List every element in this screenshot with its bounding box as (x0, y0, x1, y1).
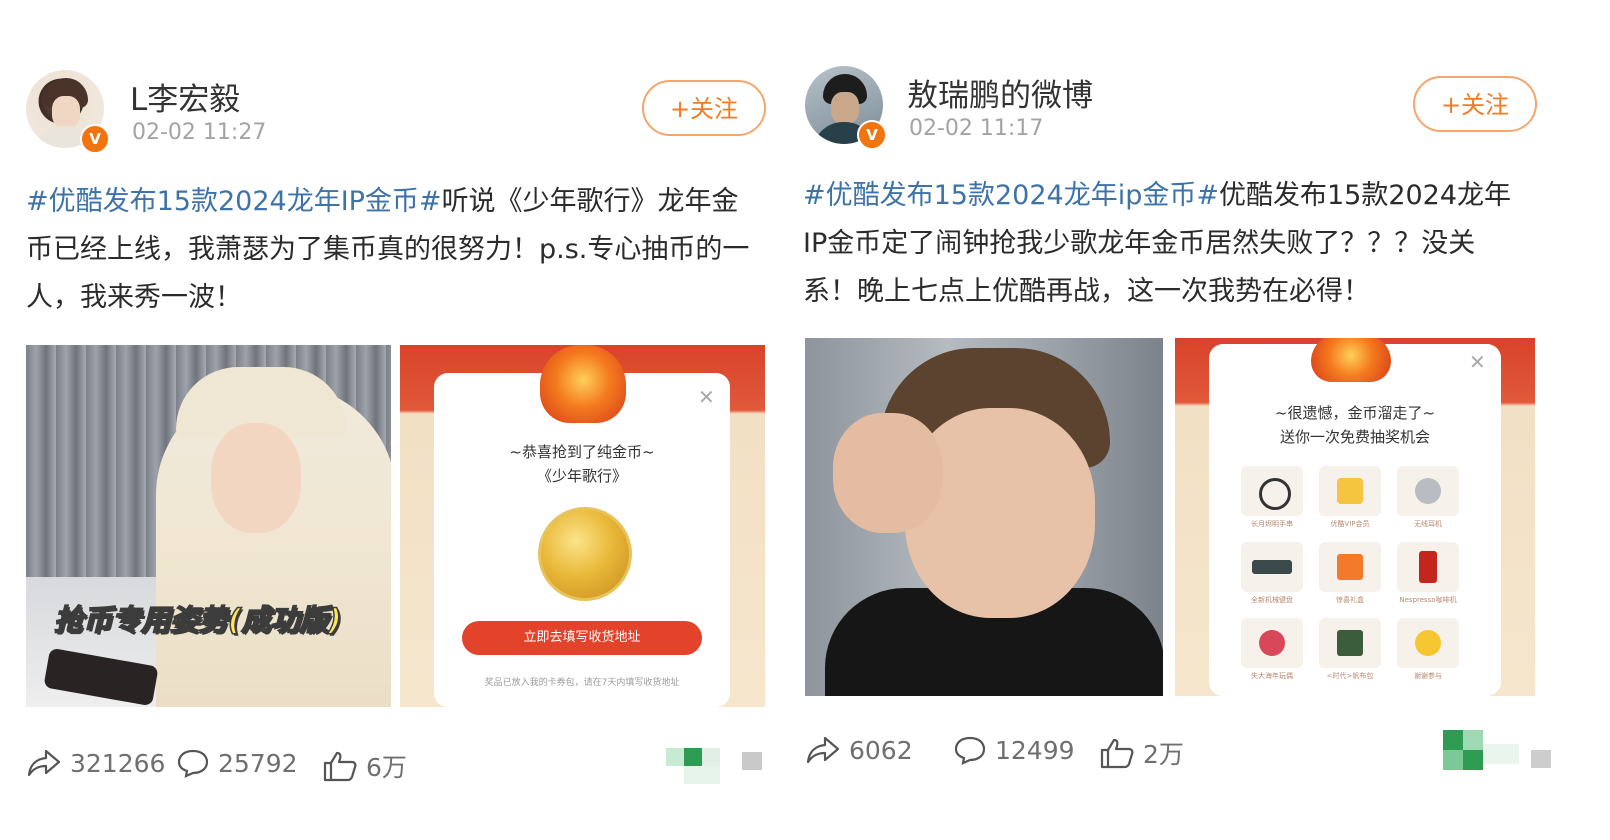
prize-item: 失大海年玩偶 (1239, 618, 1305, 686)
gift-box-icon (1337, 554, 1363, 580)
gold-coin-icon (538, 507, 632, 601)
plush-toy-icon (1259, 630, 1285, 656)
username[interactable]: 敖瑞鹏的微博 (907, 70, 1093, 115)
post-text: #优酷发布15款2024龙年ip金币#优酷发布15款2024龙年IP金币定了闹钟… (803, 172, 1523, 316)
prize-item: 无线耳机 (1395, 466, 1461, 534)
repost-button[interactable]: 6062 (805, 735, 913, 765)
like-icon (323, 751, 357, 782)
prize-grid: 长月烬明手串 优酷VIP会员 无线耳机 全新机械键盘 惊喜礼盒 Nespress… (1239, 466, 1461, 686)
hashtag-link[interactable]: #优酷发布15款2024龙年IP金币# (26, 186, 442, 217)
bracelet-icon (1259, 478, 1291, 510)
like-icon (1100, 738, 1134, 769)
username[interactable]: L李宏毅 (130, 74, 240, 119)
vip-icon (1337, 478, 1363, 504)
comment-icon (177, 749, 209, 778)
weibo-post-1: V L李宏毅 02-02 11:27 +关注 #优酷发布15款2024龙年IP金… (26, 0, 786, 840)
comment-count: 12499 (995, 735, 1075, 765)
comment-count: 25792 (218, 748, 298, 778)
repost-button[interactable]: 321266 (26, 748, 165, 778)
tote-bag-icon (1337, 630, 1363, 656)
post-text: #优酷发布15款2024龙年IP金币#听说《少年歌行》龙年金币已经上线，我萧瑟为… (26, 178, 756, 322)
repost-icon (27, 749, 61, 777)
post-image-2[interactable]: ✕ ~恭喜抢到了纯金币~ 《少年歌行》 立即去填写收货地址 奖品已放入我的卡券包… (400, 345, 765, 707)
timestamp: 02-02 11:17 (909, 116, 1044, 141)
modal-subtitle: 《少年歌行》 (536, 467, 627, 485)
earbuds-icon (1415, 478, 1441, 504)
prize-item: 长月烬明手串 (1239, 466, 1305, 534)
keyboard-icon (1252, 560, 1292, 574)
comment-button[interactable]: 25792 (176, 748, 298, 778)
prize-item: 谢谢参与 (1395, 618, 1461, 686)
smiley-icon (1415, 630, 1441, 656)
fine-print: 奖品已放入我的卡券包，请在7天内填写收货地址 (484, 678, 680, 688)
prize-item: 惊喜礼盒 (1317, 542, 1383, 610)
modal-title: ~恭喜抢到了纯金币~ (509, 443, 655, 461)
follow-button[interactable]: +关注 (642, 80, 766, 136)
verified-badge-icon: V (857, 120, 887, 150)
like-button[interactable]: 2万 (1099, 735, 1184, 771)
dragon-icon (1311, 338, 1391, 382)
verified-badge-icon: V (80, 124, 110, 154)
comment-button[interactable]: 12499 (953, 735, 1075, 765)
like-button[interactable]: 6万 (322, 748, 407, 784)
post-image-2[interactable]: ✕ ~很遗憾，金币溜走了~ 送你一次免费抽奖机会 长月烬明手串 优酷VIP会员 … (1175, 338, 1535, 696)
comment-icon (954, 736, 986, 765)
repost-icon (806, 736, 840, 764)
like-count: 2万 (1143, 740, 1184, 769)
fill-address-button: 立即去填写收货地址 (462, 621, 702, 655)
close-icon: ✕ (1469, 350, 1486, 374)
prize-item: <时代>帆布包 (1317, 618, 1383, 686)
repost-count: 6062 (849, 735, 913, 765)
modal-title: ~很遗憾，金币溜走了~ (1274, 404, 1436, 422)
coffee-machine-icon (1419, 551, 1437, 583)
hashtag-link[interactable]: #优酷发布15款2024龙年ip金币# (803, 180, 1219, 211)
image-caption: 抢币专用姿势(成功版) (53, 602, 342, 638)
prize-item: 优酷VIP会员 (1317, 466, 1383, 534)
repost-count: 321266 (70, 748, 166, 778)
close-icon: ✕ (698, 385, 715, 409)
post-image-1[interactable] (805, 338, 1163, 696)
weibo-post-2: V 敖瑞鹏的微博 02-02 11:17 +关注 #优酷发布15款2024龙年i… (803, 0, 1593, 840)
dragon-icon (540, 345, 626, 423)
modal-subtitle: 送你一次免费抽奖机会 (1279, 428, 1430, 446)
post-image-1[interactable]: 抢币专用姿势(成功版) (26, 345, 391, 707)
watermark-mosaic (666, 748, 766, 788)
timestamp: 02-02 11:27 (132, 120, 267, 145)
prize-item: Nespresso咖啡机 (1395, 542, 1461, 610)
prize-item: 全新机械键盘 (1239, 542, 1305, 610)
watermark-mosaic (1443, 730, 1553, 772)
follow-button[interactable]: +关注 (1413, 76, 1537, 132)
like-count: 6万 (366, 753, 407, 782)
